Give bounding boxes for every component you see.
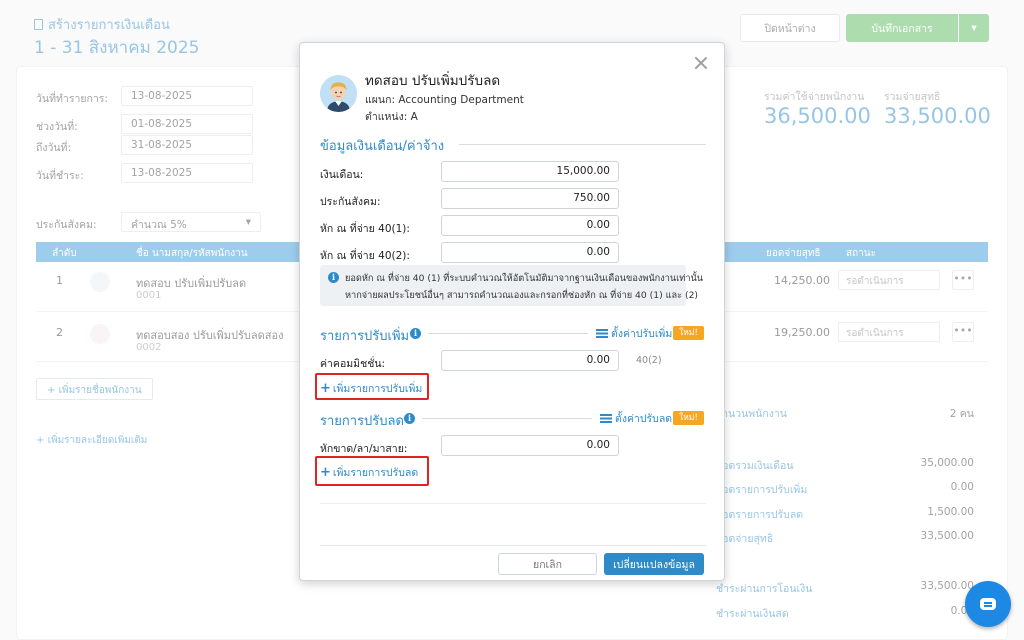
salary-input[interactable]: 15,000.00 [441,161,619,182]
commission-tax-type: 40(2) [636,355,662,366]
avatar [320,75,357,112]
chat-button[interactable] [965,581,1011,627]
edit-employee-modal: ทดสอบ ปรับเพิ่มปรับลด แผนก: Accounting D… [299,42,725,581]
divider [459,144,706,145]
increase-section-title: รายการปรับเพิ่ม [320,329,410,344]
employee-avatar-icon [320,75,357,112]
salary-label: เงินเดือน: [320,169,364,181]
divider [320,503,706,504]
plus-icon: + [320,381,331,396]
employee-department: แผนก: Accounting Department [365,94,524,106]
withholding-40-2-input[interactable]: 0.00 [441,242,619,263]
save-changes-button[interactable]: เปลี่ยนแปลงข้อมูล [604,553,704,575]
chat-icon [980,598,996,610]
increase-settings-link[interactable]: ตั้งค่าปรับเพิ่ม [611,325,672,342]
plus-icon: + [320,465,331,480]
settings-sliders-icon [600,413,612,423]
divider [422,418,592,419]
withholding-note: i ยอดหัก ณ ที่จ่าย 40 (1) ที่ระบบคำนวณให… [320,265,703,306]
withholding-40-2-label: หัก ณ ที่จ่าย 40(2): [320,250,410,262]
absence-deduction-label: หักขาด/ลา/มาสาย: [320,443,408,455]
commission-label: ค่าคอมมิชชั่น: [320,358,386,370]
withholding-40-1-label: หัก ณ ที่จ่าย 40(1): [320,223,410,235]
employee-name: ทดสอบ ปรับเพิ่มปรับลด [365,73,501,89]
divider [428,333,588,334]
decrease-section-title: รายการปรับลด [320,414,404,429]
new-badge: ใหม่! [673,411,704,425]
info-icon[interactable]: i [410,328,421,339]
info-icon[interactable]: i [404,413,415,424]
note-line-1: ยอดหัก ณ ที่จ่าย 40 (1) ที่ระบบคำนวณให้อ… [345,273,704,284]
withholding-40-1-input[interactable]: 0.00 [441,215,619,236]
close-icon[interactable] [693,55,709,71]
note-line-2: หากจ่ายผลประโยชน์อื่นๆ สามารถคำนวณเองและ… [345,290,699,301]
add-increase-item-link[interactable]: + เพิ่มรายการปรับเพิ่ม [320,380,422,397]
salary-section-title: ข้อมูลเงินเดือน/ค่าจ้าง [320,139,445,154]
settings-sliders-icon [596,328,608,338]
new-badge: ใหม่! [673,326,704,340]
social-security-label: ประกันสังคม: [320,196,381,208]
add-decrease-item-link[interactable]: + เพิ่มรายการปรับลด [320,464,418,481]
employee-position: ตำแหน่ง: A [365,111,418,123]
absence-deduction-input[interactable]: 0.00 [441,435,619,456]
commission-input[interactable]: 0.00 [441,350,619,371]
decrease-settings-link[interactable]: ตั้งค่าปรับลด [615,410,672,427]
social-security-input[interactable]: 750.00 [441,188,619,209]
footer-divider [320,545,706,546]
info-icon: i [328,272,339,283]
cancel-button[interactable]: ยกเลิก [498,553,597,575]
